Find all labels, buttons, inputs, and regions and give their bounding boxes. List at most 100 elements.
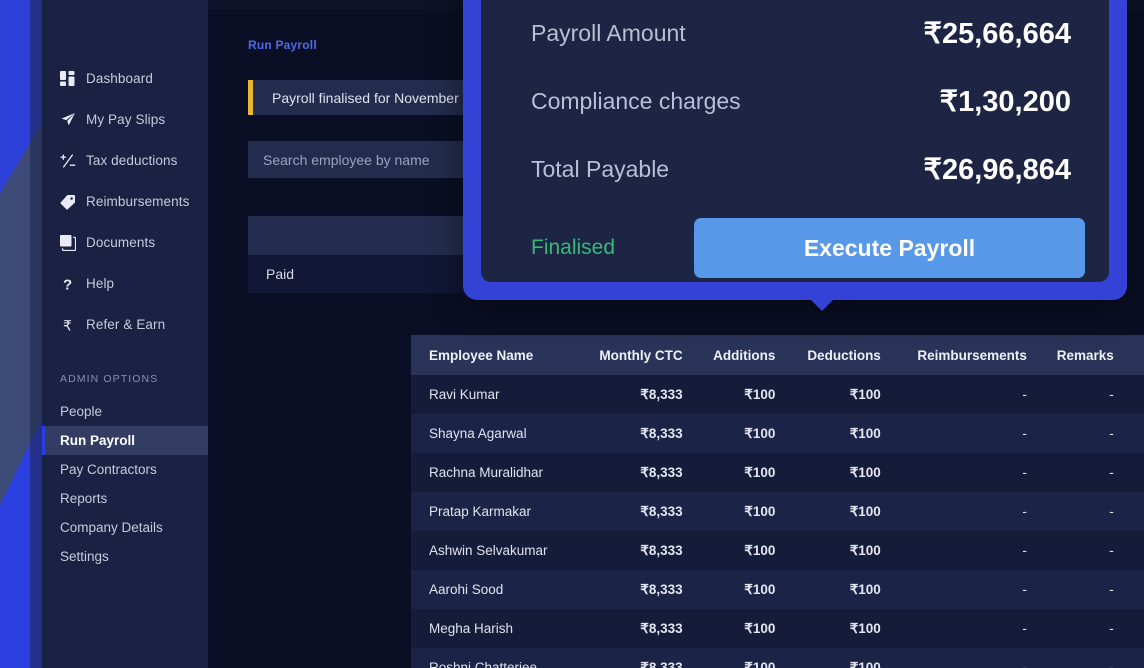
table-row: Rachna Muralidhar ₹8,333 ₹100 ₹100 - - ₹… [411,453,1144,492]
card-inner-panel: Payroll Amount ₹25,66,664 Compliance cha… [481,0,1109,282]
sidebar-item-label: Company Details [60,520,163,535]
sidebar-item-reimbursements[interactable]: Reimbursements [42,181,208,222]
cell-remarks: - [1036,648,1124,668]
svg-text:₹: ₹ [63,317,72,333]
sidebar-item-documents[interactable]: Documents [42,222,208,263]
breadcrumb[interactable]: Run Payroll [248,38,317,52]
card-pointer-tail [808,297,836,311]
column-header-gross-pay: Gross Pay [1123,335,1144,375]
cell-monthly-ctc: ₹8,333 [576,414,693,453]
cell-remarks: - [1036,609,1124,648]
payroll-table: Employee Name Monthly CTC Additions Dedu… [411,335,1144,668]
cell-deductions: ₹100 [785,414,891,453]
cell-deductions: ₹100 [785,648,891,668]
cell-deductions: ₹100 [785,492,891,531]
card-row-total-payable: Total Payable ₹26,96,864 [531,152,1071,187]
column-header-employee-name: Employee Name [411,335,577,375]
rupee-icon: ₹ [60,317,86,333]
plus-minus-icon [60,153,86,169]
cell-employee-name: Ashwin Selvakumar [411,531,577,570]
total-payable-label: Total Payable [531,156,670,182]
sidebar-item-refer-and-earn[interactable]: ₹ Refer & Earn [42,304,208,345]
payroll-amount-label: Payroll Amount [531,20,686,46]
app-screenshot: Dashboard My Pay Slips Tax deductions Re… [0,0,1144,668]
sidebar-item-run-payroll[interactable]: Run Payroll [42,426,208,455]
cell-remarks: - [1036,570,1124,609]
cell-gross-pay: ₹8,333 [1123,609,1144,648]
column-header-remarks: Remarks [1036,335,1124,375]
sidebar-item-settings[interactable]: Settings [42,542,208,571]
cell-monthly-ctc: ₹8,333 [576,531,693,570]
cell-remarks: - [1036,375,1124,414]
sidebar-item-label: Help [86,276,115,291]
compliance-charges-value: ₹1,30,200 [939,86,1071,118]
sidebar-item-label: Run Payroll [60,433,136,448]
cell-reimbursements: - [890,609,1037,648]
table-row: Megha Harish ₹8,333 ₹100 ₹100 - - ₹8,333… [411,609,1144,648]
sidebar-item-label: Dashboard [86,71,153,86]
sidebar-item-label: People [60,404,103,419]
documents-icon [60,234,86,251]
cell-monthly-ctc: ₹8,333 [576,375,693,414]
column-header-monthly-ctc: Monthly CTC [576,335,693,375]
total-payable-value: ₹26,96,864 [923,154,1071,186]
payroll-table-body: Ravi Kumar ₹8,333 ₹100 ₹100 - - ₹8,333 E… [411,375,1144,668]
cell-additions: ₹100 [692,375,786,414]
cell-remarks: - [1036,414,1124,453]
sidebar-item-label: Settings [60,549,109,564]
cell-employee-name: Shayna Agarwal [411,414,577,453]
cell-additions: ₹100 [692,609,786,648]
cell-monthly-ctc: ₹8,333 [576,648,693,668]
cell-monthly-ctc: ₹8,333 [576,492,693,531]
sidebar-item-my-pay-slips[interactable]: My Pay Slips [42,99,208,140]
cell-additions: ₹100 [692,648,786,668]
sidebar-item-label: Reports [60,491,108,506]
grid-icon [60,71,86,86]
execute-payroll-button[interactable]: Execute Payroll [694,218,1085,278]
table-row: Pratap Karmakar ₹8,333 ₹100 ₹100 - - ₹8,… [411,492,1144,531]
summary-label: Paid [248,255,474,293]
cell-reimbursements: - [890,570,1037,609]
cell-deductions: ₹100 [785,375,891,414]
decorative-backdrop [0,0,46,668]
cell-employee-name: Ravi Kumar [411,375,577,414]
table-row: Ashwin Selvakumar ₹8,333 ₹100 ₹100 - - ₹… [411,531,1144,570]
payroll-header-row: Employee Name Monthly CTC Additions Dedu… [411,335,1144,375]
sidebar-item-pay-contractors[interactable]: Pay Contractors [42,455,208,484]
cell-gross-pay: ₹8,333 [1123,570,1144,609]
cell-reimbursements: - [890,375,1037,414]
cell-gross-pay: ₹8,333 [1123,648,1144,668]
sidebar-item-help[interactable]: ? Help [42,263,208,304]
cell-gross-pay: ₹8,333 [1123,492,1144,531]
cell-employee-name: Megha Harish [411,609,577,648]
cell-monthly-ctc: ₹8,333 [576,453,693,492]
sidebar-item-company-details[interactable]: Company Details [42,513,208,542]
sidebar-item-reports[interactable]: Reports [42,484,208,513]
table-row: Shayna Agarwal ₹8,333 ₹100 ₹100 - - ₹8,3… [411,414,1144,453]
table-row: Aarohi Sood ₹8,333 ₹100 ₹100 - - ₹8,333 … [411,570,1144,609]
status-badge: Finalised [531,236,616,259]
cell-additions: ₹100 [692,570,786,609]
cell-additions: ₹100 [692,453,786,492]
sidebar-item-label: Documents [86,235,156,250]
tag-icon [60,194,86,210]
cell-additions: ₹100 [692,492,786,531]
cell-remarks: - [1036,453,1124,492]
alert-text: Payroll finalised for November [272,89,459,106]
question-mark-icon: ? [60,276,86,292]
cell-additions: ₹100 [692,531,786,570]
sidebar-item-label: My Pay Slips [86,112,166,127]
cell-additions: ₹100 [692,414,786,453]
sidebar-item-people[interactable]: People [42,397,208,426]
cell-deductions: ₹100 [785,609,891,648]
paper-plane-icon [60,112,86,128]
payroll-amount-value: ₹25,66,664 [923,18,1071,50]
sidebar-item-dashboard[interactable]: Dashboard [42,58,208,99]
cell-monthly-ctc: ₹8,333 [576,609,693,648]
cell-employee-name: Pratap Karmakar [411,492,577,531]
sidebar-item-label: Pay Contractors [60,462,157,477]
sidebar-item-tax-deductions[interactable]: Tax deductions [42,140,208,181]
column-header-reimbursements: Reimbursements [890,335,1037,375]
table-row: Roshni Chatterjee ₹8,333 ₹100 ₹100 - - ₹… [411,648,1144,668]
cell-employee-name: Roshni Chatterjee [411,648,577,668]
